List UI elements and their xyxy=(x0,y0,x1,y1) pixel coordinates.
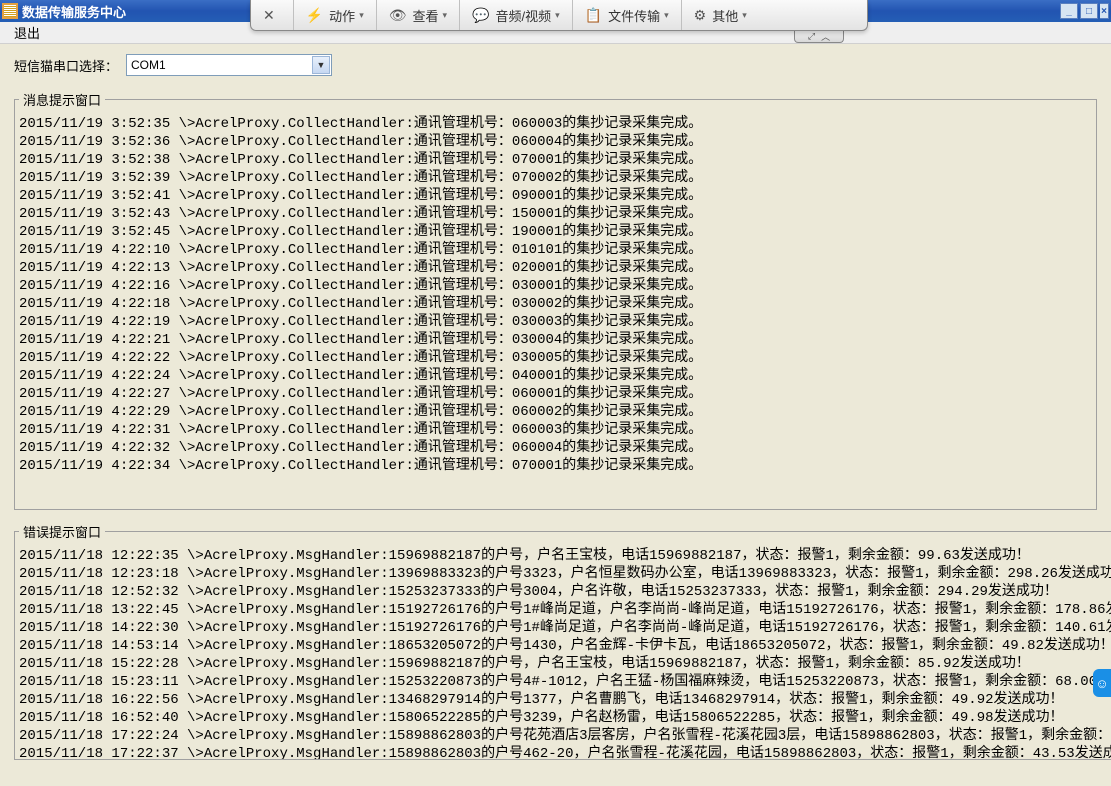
log-line: 2015/11/18 16:22:56 \>AcrelProxy.MsgHand… xyxy=(19,691,1111,709)
log-line: 2015/11/18 17:22:37 \>AcrelProxy.MsgHand… xyxy=(19,745,1111,759)
log-line: 2015/11/18 13:22:45 \>AcrelProxy.MsgHand… xyxy=(19,601,1111,619)
log-line: 2015/11/19 3:52:41 \>AcrelProxy.CollectH… xyxy=(19,187,1092,205)
chevron-down-icon: ▾ xyxy=(359,10,364,21)
chat-icon: 💬 xyxy=(472,7,489,24)
log-line: 2015/11/18 12:22:35 \>AcrelProxy.MsgHand… xyxy=(19,547,1111,565)
toolbar-view-label: 查看 xyxy=(413,6,439,25)
chevron-down-icon[interactable]: ▼ xyxy=(312,56,330,74)
log-line: 2015/11/19 4:22:22 \>AcrelProxy.CollectH… xyxy=(19,349,1092,367)
app-icon xyxy=(2,3,18,19)
log-line: 2015/11/19 4:22:16 \>AcrelProxy.CollectH… xyxy=(19,277,1092,295)
log-line: 2015/11/19 4:22:19 \>AcrelProxy.CollectH… xyxy=(19,313,1092,331)
maximize-button[interactable]: □ xyxy=(1080,3,1098,19)
log-line: 2015/11/19 3:52:36 \>AcrelProxy.CollectH… xyxy=(19,133,1092,151)
toolbar-other-menu[interactable]: ⚙ 其他 ▾ xyxy=(682,0,759,30)
toolbar-view-menu[interactable]: 👁 查看 ▾ xyxy=(377,0,460,30)
chevron-down-icon: ▾ xyxy=(443,10,448,21)
error-panel-legend: 错误提示窗口 xyxy=(19,522,105,541)
remote-toolbar-handle[interactable]: ⤢ ︿ xyxy=(794,31,844,43)
log-line: 2015/11/18 14:22:30 \>AcrelProxy.MsgHand… xyxy=(19,619,1111,637)
log-line: 2015/11/18 14:53:14 \>AcrelProxy.MsgHand… xyxy=(19,637,1111,655)
chevron-up-icon: ︿ xyxy=(821,30,830,43)
log-line: 2015/11/18 16:52:40 \>AcrelProxy.MsgHand… xyxy=(19,709,1111,727)
sms-port-row: 短信猫串口选择： COM1 ▼ xyxy=(14,54,1097,76)
toolbar-file-menu[interactable]: 📋 文件传输 ▾ xyxy=(573,0,682,30)
remote-toolbar: ✕ ⚡ 动作 ▾ 👁 查看 ▾ 💬 音频/视频 ▾ 📋 文件传输 ▾ ⚙ 其他 … xyxy=(250,0,868,31)
toolbar-av-menu[interactable]: 💬 音频/视频 ▾ xyxy=(460,0,573,30)
assistant-side-tab[interactable]: ☺ xyxy=(1093,669,1111,697)
toolbar-av-label: 音频/视频 xyxy=(495,6,551,25)
log-line: 2015/11/19 3:52:43 \>AcrelProxy.CollectH… xyxy=(19,205,1092,223)
log-line: 2015/11/19 4:22:29 \>AcrelProxy.CollectH… xyxy=(19,403,1092,421)
close-icon: ✕ xyxy=(263,7,275,24)
close-button[interactable]: × xyxy=(1100,3,1109,19)
smiley-icon: ☺ xyxy=(1095,676,1108,691)
error-log[interactable]: 2015/11/18 12:22:35 \>AcrelProxy.MsgHand… xyxy=(15,541,1111,759)
sms-port-label: 短信猫串口选择： xyxy=(14,56,118,75)
window-controls: _ □ × xyxy=(1060,3,1109,19)
log-line: 2015/11/19 4:22:21 \>AcrelProxy.CollectH… xyxy=(19,331,1092,349)
log-line: 2015/11/19 3:52:35 \>AcrelProxy.CollectH… xyxy=(19,115,1092,133)
message-log[interactable]: 2015/11/19 3:52:35 \>AcrelProxy.CollectH… xyxy=(15,109,1096,501)
bolt-icon: ⚡ xyxy=(306,7,323,24)
log-line: 2015/11/19 4:22:18 \>AcrelProxy.CollectH… xyxy=(19,295,1092,313)
menu-exit[interactable]: 退出 xyxy=(6,21,48,44)
toolbar-close-button[interactable]: ✕ xyxy=(251,0,294,30)
window-title: 数据传输服务中心 xyxy=(22,2,126,21)
log-line: 2015/11/18 15:22:28 \>AcrelProxy.MsgHand… xyxy=(19,655,1111,673)
fullscreen-icon: ⤢ xyxy=(808,31,815,42)
log-line: 2015/11/19 4:22:13 \>AcrelProxy.CollectH… xyxy=(19,259,1092,277)
log-line: 2015/11/18 12:23:18 \>AcrelProxy.MsgHand… xyxy=(19,565,1111,583)
chevron-down-icon: ▾ xyxy=(742,10,747,21)
log-line: 2015/11/19 4:22:27 \>AcrelProxy.CollectH… xyxy=(19,385,1092,403)
clipboard-icon: 📋 xyxy=(585,7,602,24)
log-line: 2015/11/19 4:22:10 \>AcrelProxy.CollectH… xyxy=(19,241,1092,259)
message-panel-legend: 消息提示窗口 xyxy=(19,90,105,109)
main-content: 短信猫串口选择： COM1 ▼ 消息提示窗口 2015/11/19 3:52:3… xyxy=(0,44,1111,782)
chevron-down-icon: ▾ xyxy=(555,10,560,21)
message-panel: 消息提示窗口 2015/11/19 3:52:35 \>AcrelProxy.C… xyxy=(14,90,1097,510)
log-line: 2015/11/19 3:52:38 \>AcrelProxy.CollectH… xyxy=(19,151,1092,169)
sms-port-select[interactable]: COM1 ▼ xyxy=(126,54,332,76)
log-line: 2015/11/18 12:52:32 \>AcrelProxy.MsgHand… xyxy=(19,583,1111,601)
log-line: 2015/11/19 4:22:32 \>AcrelProxy.CollectH… xyxy=(19,439,1092,457)
toolbar-other-label: 其他 xyxy=(712,6,738,25)
eye-icon: 👁 xyxy=(389,7,407,24)
sms-port-value: COM1 xyxy=(131,58,166,72)
log-line: 2015/11/18 15:23:11 \>AcrelProxy.MsgHand… xyxy=(19,673,1111,691)
chevron-down-icon: ▾ xyxy=(664,10,669,21)
minimize-button[interactable]: _ xyxy=(1060,3,1078,19)
log-line: 2015/11/19 3:52:45 \>AcrelProxy.CollectH… xyxy=(19,223,1092,241)
log-line: 2015/11/18 17:22:24 \>AcrelProxy.MsgHand… xyxy=(19,727,1111,745)
toolbar-file-label: 文件传输 xyxy=(608,6,660,25)
gear-icon: ⚙ xyxy=(694,7,707,24)
log-line: 2015/11/19 4:22:24 \>AcrelProxy.CollectH… xyxy=(19,367,1092,385)
toolbar-action-menu[interactable]: ⚡ 动作 ▾ xyxy=(294,0,377,30)
log-line: 2015/11/19 4:22:31 \>AcrelProxy.CollectH… xyxy=(19,421,1092,439)
error-panel: 错误提示窗口 2015/11/18 12:22:35 \>AcrelProxy.… xyxy=(14,522,1111,760)
log-line: 2015/11/19 4:22:34 \>AcrelProxy.CollectH… xyxy=(19,457,1092,475)
log-line: 2015/11/19 3:52:39 \>AcrelProxy.CollectH… xyxy=(19,169,1092,187)
toolbar-action-label: 动作 xyxy=(329,6,355,25)
